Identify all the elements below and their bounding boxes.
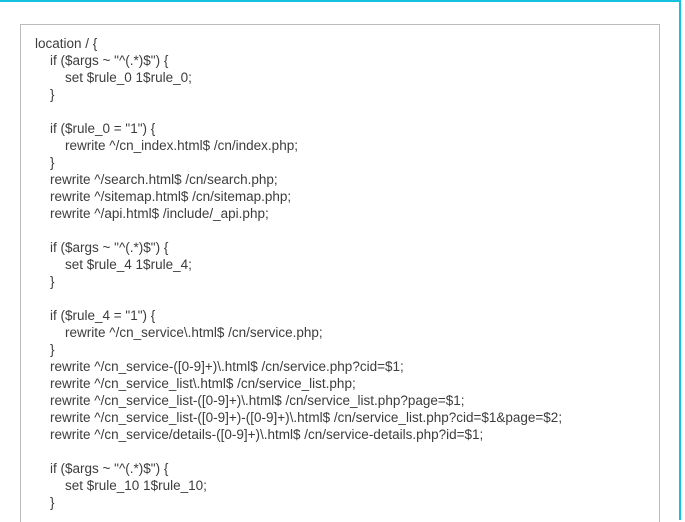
outer-panel: location / { if ($args ~ "^(.*)$") { set… (0, 0, 681, 520)
code-container: location / { if ($args ~ "^(.*)$") { set… (20, 24, 660, 522)
nginx-config-code: location / { if ($args ~ "^(.*)$") { set… (35, 35, 645, 511)
